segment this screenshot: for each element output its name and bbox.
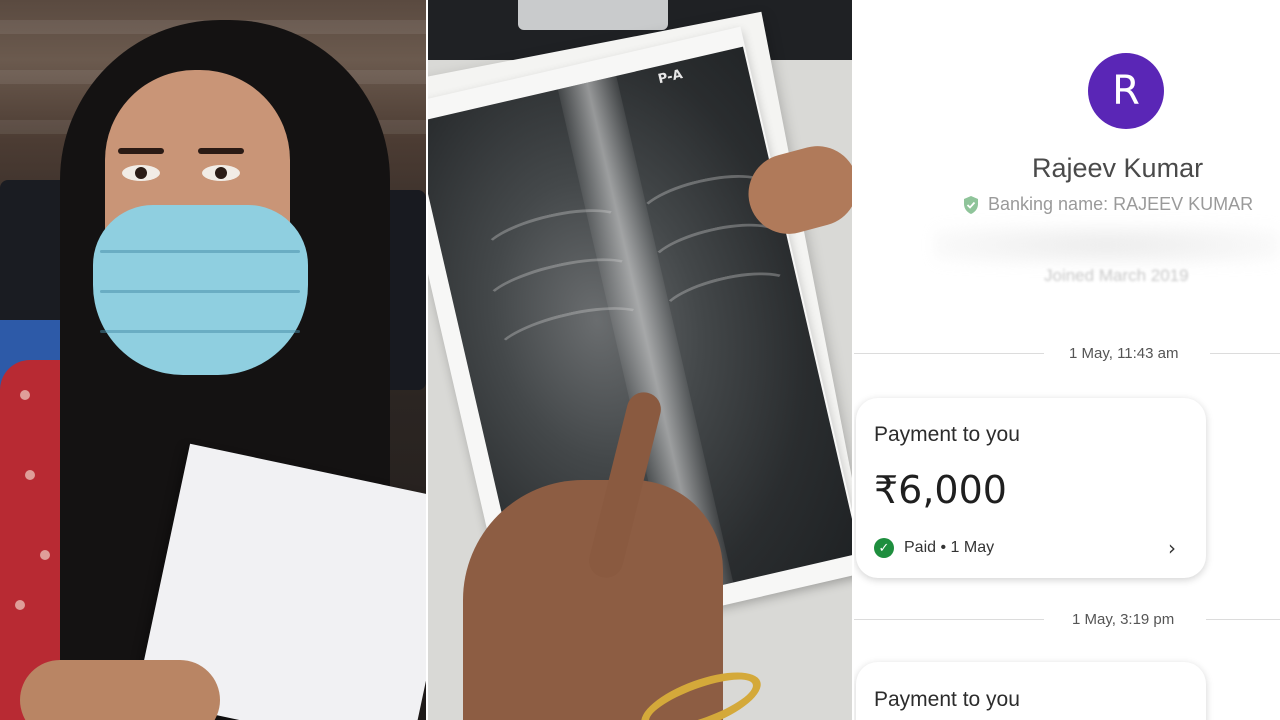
status-text: Paid • 1 May (904, 539, 995, 556)
eyebrow (198, 148, 244, 154)
mask-fold (100, 330, 300, 333)
eye (202, 165, 240, 181)
transaction-amount: ₹6,000 (874, 468, 1007, 512)
xray-marker: P-A (656, 67, 685, 88)
xray-photo-panel: P-A (428, 0, 852, 720)
payment-app-panel: R Rajeev Kumar Banking name: RAJEEV KUMA… (854, 0, 1280, 720)
contact-name: Rajeev Kumar (1032, 153, 1204, 183)
woman-photo-panel (0, 0, 426, 720)
check-circle-icon: ✓ (874, 538, 894, 558)
avatar[interactable]: R (1088, 53, 1164, 129)
transaction-title: Payment to you (874, 423, 1020, 446)
transaction-card[interactable]: Payment to you ₹6,000 ✓ Paid • 1 May › (856, 398, 1206, 578)
divider (1210, 353, 1280, 354)
chevron-right-icon[interactable]: › (1168, 536, 1176, 560)
banking-name: Banking name: RAJEEV KUMAR (988, 194, 1254, 214)
hand (20, 660, 220, 720)
monitor-stand (518, 0, 668, 30)
eyebrow (118, 148, 164, 154)
eye (122, 165, 160, 181)
divider (1206, 619, 1280, 620)
mask-fold (100, 250, 300, 253)
banking-name-row: Banking name: RAJEEV KUMAR (962, 194, 1253, 215)
transaction-card[interactable]: Payment to you (856, 662, 1206, 720)
blurred-region (934, 225, 1280, 265)
divider (854, 619, 1044, 620)
divider (854, 353, 1044, 354)
joined-date: Joined March 2019 (1044, 266, 1189, 285)
verified-shield-icon (964, 195, 978, 214)
transaction-timestamp: 1 May, 3:19 pm (1072, 611, 1175, 628)
transaction-timestamp: 1 May, 11:43 am (1069, 345, 1179, 362)
transaction-title: Payment to you (874, 688, 1020, 711)
transaction-status: ✓ Paid • 1 May (874, 538, 994, 558)
mask-fold (100, 290, 300, 293)
